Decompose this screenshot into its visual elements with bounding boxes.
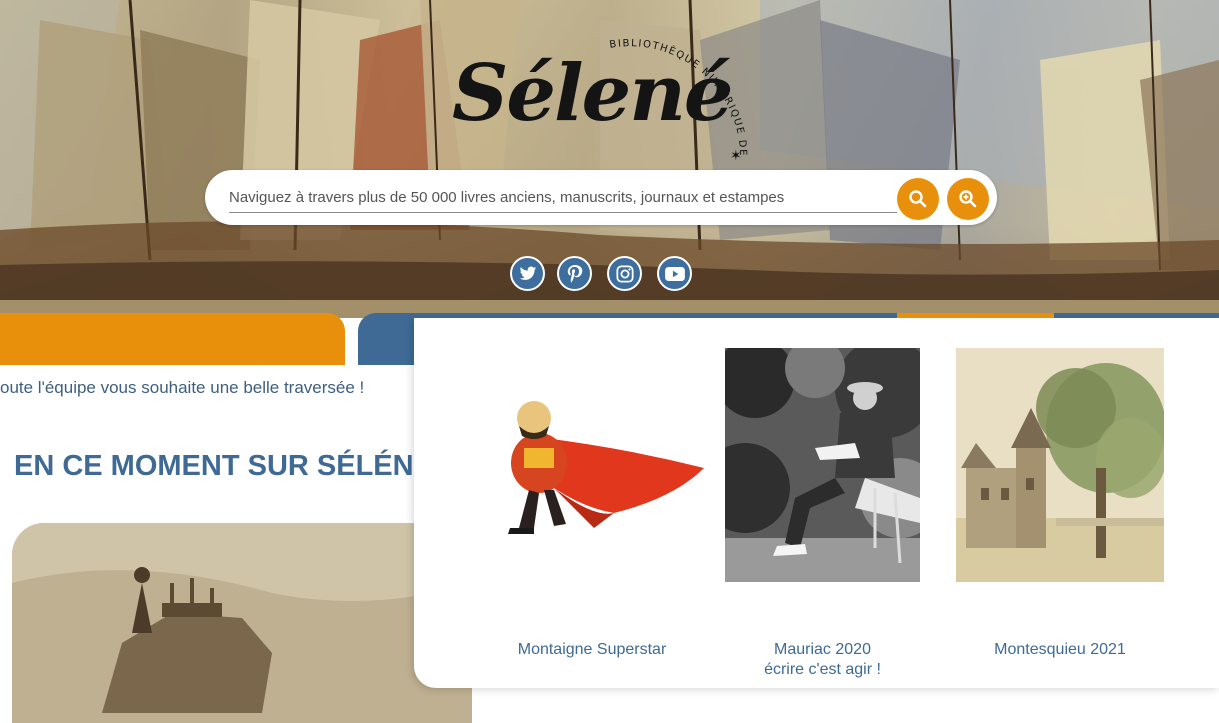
section-title: EN CE MOMENT SUR SÉLÉN [14, 450, 414, 482]
site-logo[interactable]: BIBLIOTHÈQUE NUMÉRIQUE DE BORDEAUX ✶ ✶ S… [440, 8, 770, 168]
search-bar [205, 170, 997, 225]
nav-tab-orange[interactable] [0, 313, 345, 365]
feature-card[interactable] [12, 523, 472, 723]
twitter-icon [519, 266, 536, 280]
search-button[interactable] [897, 178, 939, 220]
panel-item-montesquieu[interactable]: Montesquieu 2021 [956, 348, 1164, 668]
panel-item-label: Montaigne Superstar [517, 641, 667, 658]
panel-item-label: Montesquieu 2021 [994, 641, 1126, 658]
panel-item-mauriac[interactable]: Mauriac 2020 écrire c'est agir ! [725, 348, 920, 678]
dropdown-panel: Montaigne Superstar Mauriac 2020 écrire … [414, 318, 1219, 688]
advanced-search-button[interactable] [947, 178, 989, 220]
montesquieu-thumbnail [956, 348, 1164, 582]
search-input[interactable] [229, 182, 897, 213]
instagram-button[interactable] [607, 256, 642, 291]
youtube-icon [664, 266, 685, 281]
panel-item-label-line2: écrire c'est agir ! [764, 661, 881, 678]
youtube-button[interactable] [657, 256, 692, 291]
zoom-in-icon [959, 190, 977, 208]
search-icon [909, 190, 927, 208]
instagram-icon [615, 264, 634, 283]
active-tab-indicator [897, 313, 1054, 318]
montaigne-thumbnail [474, 378, 714, 548]
hero-banner: BIBLIOTHÈQUE NUMÉRIQUE DE BORDEAUX ✶ ✶ S… [0, 0, 1219, 318]
star-icon: ✶ [730, 147, 742, 163]
panel-item-label-line1: Mauriac 2020 [774, 641, 871, 658]
feature-card-image [12, 523, 472, 723]
mauriac-thumbnail [725, 348, 920, 582]
panel-item-montaigne[interactable]: Montaigne Superstar [454, 348, 704, 668]
pinterest-icon [567, 264, 582, 283]
pinterest-button[interactable] [557, 256, 592, 291]
welcome-tagline: oute l'équipe vous souhaite une belle tr… [0, 378, 365, 397]
twitter-button[interactable] [510, 256, 545, 291]
logo-wordmark: Sélené [452, 48, 734, 139]
